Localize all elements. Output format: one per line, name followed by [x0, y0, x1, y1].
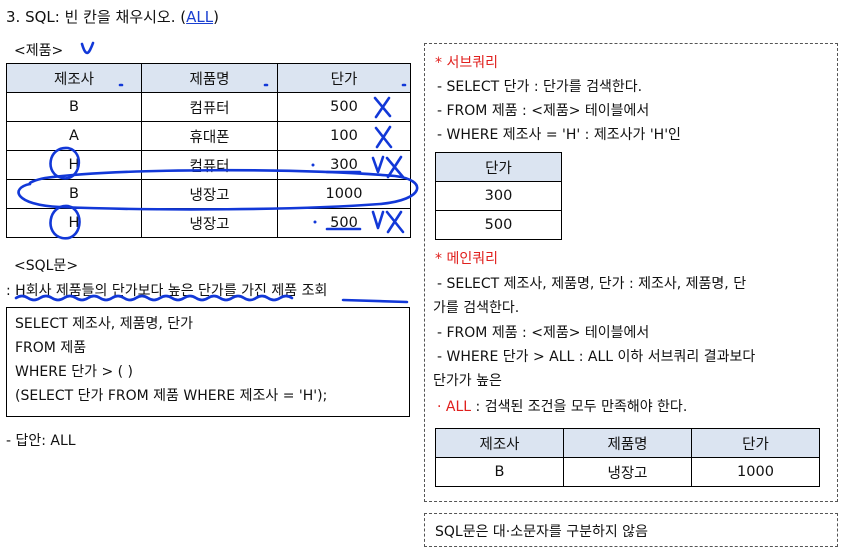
header-product-name: 제품명 — [563, 428, 692, 458]
cell-price: 500 — [435, 210, 562, 240]
table-row: 300 — [435, 181, 562, 211]
question-answer-link: ALL — [186, 8, 214, 26]
cell-price: 300 — [277, 150, 411, 180]
header-price: 단가 — [277, 63, 411, 93]
cell-price: 300 — [435, 181, 562, 211]
cell-price: 100 — [277, 121, 411, 151]
sql-line: (SELECT 단가 FROM 제품 WHERE 제조사 = 'H'); — [15, 388, 328, 404]
sql-label: <SQL문> — [14, 258, 79, 274]
header-manufacturer: 제조사 — [6, 63, 142, 93]
cell-product-name: 컴퓨터 — [141, 92, 278, 122]
cell-product-name: 냉장고 — [563, 457, 692, 487]
cell-product-name: 휴대폰 — [141, 121, 278, 151]
cell-price: 1000 — [691, 457, 820, 487]
answer-text: - 답안: ALL — [6, 433, 76, 449]
table-row: B 냉장고 1000 — [6, 179, 411, 209]
sql-description: : H회사 제품들의 단가보다 높은 단가를 가진 제품 조회 — [6, 283, 328, 299]
mainquery-line: - SELECT 제조사, 제품명, 단가 : 제조사, 제품명, 단 — [437, 276, 747, 292]
cell-manufacturer: H — [6, 150, 142, 180]
sql-line: SELECT 제조사, 제품명, 단가 — [15, 316, 193, 332]
question-title-end: ) — [213, 8, 219, 26]
table-row: B 컴퓨터 500 — [6, 92, 411, 122]
subquery-line: - SELECT 단가 : 단가를 검색한다. — [437, 79, 643, 95]
cell-manufacturer: B — [6, 92, 142, 122]
header-price: 단가 — [691, 428, 820, 458]
header-manufacturer: 제조사 — [435, 428, 564, 458]
final-result-table: 제조사 제품명 단가 B 냉장고 1000 — [435, 428, 820, 487]
explanation-panel: * 서브쿼리 - SELECT 단가 : 단가를 검색한다. - FROM 제품… — [424, 43, 838, 502]
underline-mark — [341, 298, 409, 304]
sql-code-box: SELECT 제조사, 제품명, 단가 FROM 제품 WHERE 단가 > (… — [6, 307, 410, 417]
all-note: · ALL : 검색된 조건을 모두 만족해야 한다. — [437, 396, 687, 416]
subquery-line: - WHERE 제조사 = 'H' : 제조사가 'H'인 — [437, 127, 681, 143]
subquery-line: - FROM 제품 : <제품> 테이블에서 — [437, 103, 650, 119]
product-table-label: <제품> — [14, 43, 64, 59]
case-sensitivity-note: SQL문은 대·소문자를 구분하지 않음 — [424, 513, 838, 547]
cell-manufacturer: H — [6, 208, 142, 238]
table-row: H 컴퓨터 300 — [6, 150, 411, 180]
sql-line: FROM 제품 — [15, 340, 87, 356]
mainquery-title: * 메인쿼리 — [435, 251, 498, 267]
cell-price: 500 — [277, 208, 411, 238]
all-note-keyword: · ALL — [437, 399, 472, 415]
mainquery-line: 가를 검색한다. — [433, 300, 520, 316]
cell-product-name: 냉장고 — [141, 208, 278, 238]
mainquery-line: - WHERE 단가 > ALL : ALL 이하 서브쿼리 결과보다 — [437, 349, 756, 365]
all-note-text: : 검색된 조건을 모두 만족해야 한다. — [471, 399, 688, 415]
subquery-header-price: 단가 — [435, 152, 562, 182]
header-product-name: 제품명 — [141, 63, 278, 93]
table-row: A 휴대폰 100 — [6, 121, 411, 151]
table-row: B 냉장고 1000 — [435, 457, 820, 487]
cell-product-name: 냉장고 — [141, 179, 278, 209]
cell-price: 1000 — [277, 179, 411, 209]
table-row: 500 — [435, 210, 562, 240]
subquery-result-table: 단가 300 500 — [435, 152, 562, 240]
cell-manufacturer: A — [6, 121, 142, 151]
cell-price: 500 — [277, 92, 411, 122]
check-mark-icon — [80, 41, 95, 55]
cell-manufacturer: B — [435, 457, 564, 487]
question-title-text: 3. SQL: 빈 칸을 채우시오. ( — [6, 8, 187, 26]
mainquery-line: 단가가 높은 — [433, 373, 502, 389]
product-table: 제조사 제품명 단가 B 컴퓨터 500 A 휴대폰 100 H 컴퓨터 300… — [6, 63, 411, 238]
product-table-header-row: 제조사 제품명 단가 — [6, 63, 411, 93]
question-title: 3. SQL: 빈 칸을 채우시오. (ALL) — [6, 6, 219, 27]
sql-line: WHERE 단가 > ( ) — [15, 364, 134, 380]
cell-product-name: 컴퓨터 — [141, 150, 278, 180]
mainquery-line: - FROM 제품 : <제품> 테이블에서 — [437, 325, 650, 341]
subquery-title: * 서브쿼리 — [435, 55, 498, 71]
cell-manufacturer: B — [6, 179, 142, 209]
table-row: H 냉장고 500 — [6, 208, 411, 238]
